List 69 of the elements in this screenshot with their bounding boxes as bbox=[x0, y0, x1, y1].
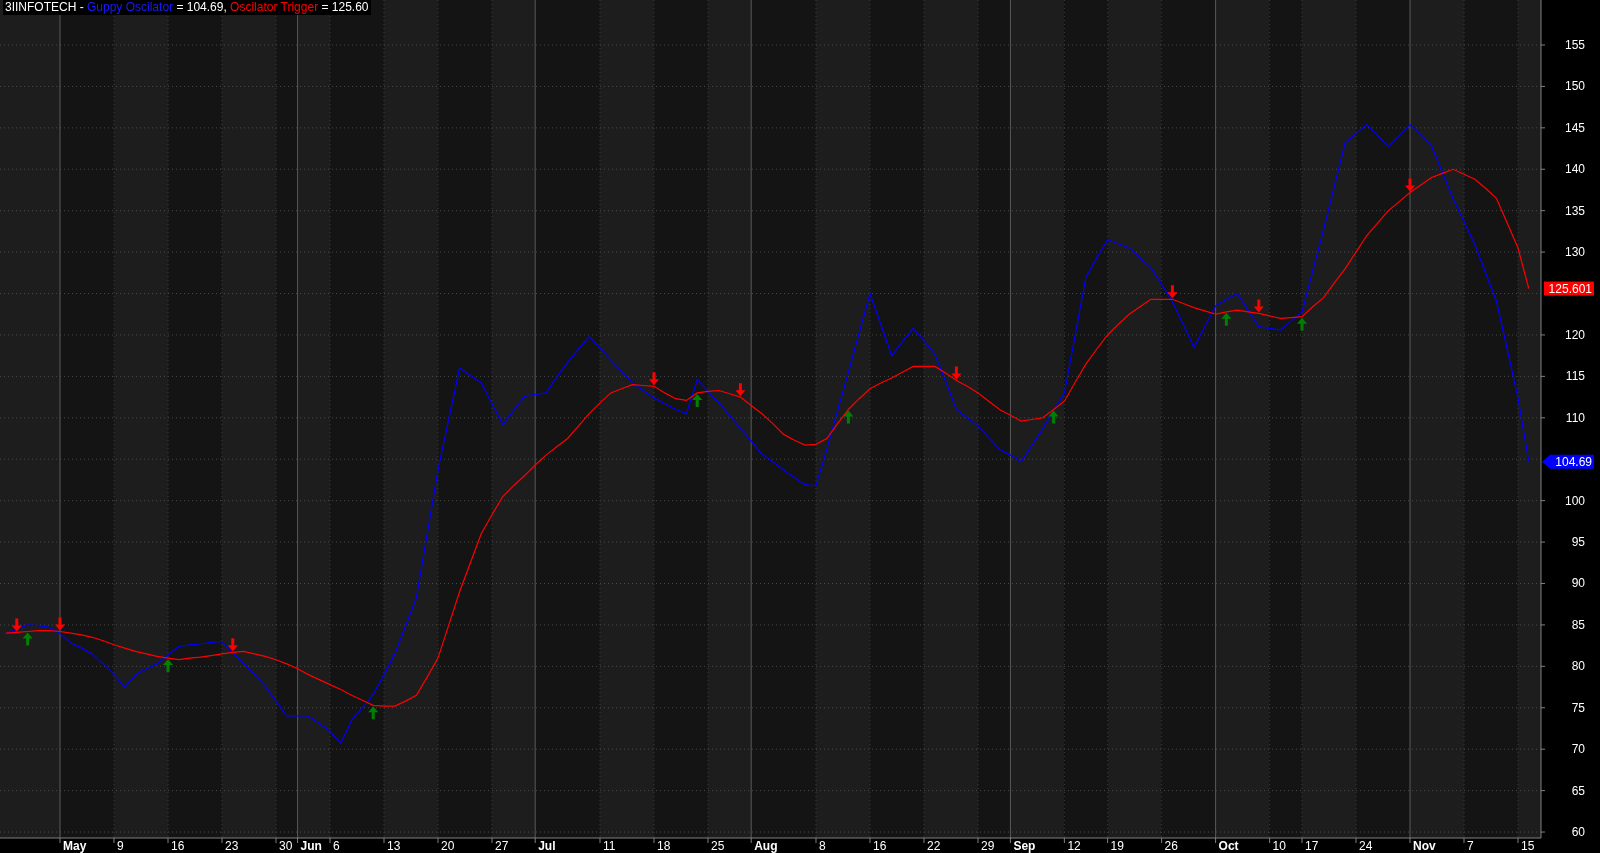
up-arrow-icon bbox=[368, 706, 379, 720]
up-arrow-icon bbox=[163, 659, 173, 672]
axis-label: 155 bbox=[1564, 38, 1585, 52]
value-badge: 104.69 bbox=[1542, 454, 1594, 470]
axis-label: 140 bbox=[1564, 162, 1585, 177]
axis-label: 15 bbox=[1521, 839, 1535, 853]
up-arrow-icon bbox=[1048, 410, 1059, 424]
axis-label: 22 bbox=[927, 839, 941, 853]
down-arrow-icon bbox=[1253, 299, 1264, 313]
up-arrow-icon bbox=[22, 632, 33, 646]
axis-label: 13 bbox=[387, 839, 401, 853]
axis-label: 29 bbox=[981, 839, 995, 853]
axis-label: Jun bbox=[300, 839, 322, 853]
down-arrow-icon bbox=[11, 618, 22, 632]
axis-label: Oct bbox=[1218, 839, 1239, 853]
down-arrow-icon bbox=[1167, 285, 1178, 299]
down-arrow-icon bbox=[1405, 178, 1415, 192]
axis-label: 11 bbox=[603, 839, 616, 853]
axis-label: 6 bbox=[333, 839, 340, 853]
axis-label: 110 bbox=[1565, 410, 1585, 425]
down-arrow-icon bbox=[227, 638, 238, 652]
up-arrow-icon bbox=[1297, 317, 1307, 331]
axis-label: Aug bbox=[754, 839, 778, 853]
axis-label: 16 bbox=[171, 839, 185, 853]
axis-label: 100 bbox=[1564, 493, 1585, 508]
axis-label: 9 bbox=[117, 839, 124, 853]
axis-label: 10 bbox=[1272, 839, 1286, 853]
axis-label: 145 bbox=[1564, 120, 1585, 135]
axis-label: 130 bbox=[1564, 245, 1585, 260]
axis-label: Jul bbox=[538, 839, 556, 853]
axis-label: 7 bbox=[1467, 839, 1474, 853]
up-arrow-icon bbox=[1221, 312, 1232, 326]
axis-label: 19 bbox=[1110, 839, 1124, 853]
up-arrow-icon bbox=[692, 393, 703, 407]
axis-label: 18 bbox=[657, 839, 671, 853]
chart-legend: 3IINFOTECH - Guppy Oscilator = 104.69, Oscilator Trigger = 125.60 bbox=[3, 0, 371, 15]
axis-label: 60 bbox=[1571, 825, 1585, 840]
down-arrow-icon bbox=[951, 366, 962, 380]
axis-label: 75 bbox=[1571, 700, 1585, 715]
axis-label: 26 bbox=[1164, 839, 1178, 853]
axis-label: 115 bbox=[1565, 369, 1585, 384]
axis-label: 24 bbox=[1359, 839, 1373, 853]
chart-title: 3IINFOTECH - bbox=[5, 0, 85, 14]
axis-label: Nov bbox=[1413, 839, 1436, 853]
down-arrow-icon bbox=[55, 617, 65, 631]
axis-label: 16 bbox=[873, 839, 887, 853]
axis-label: 27 bbox=[495, 839, 509, 853]
axis-label: 95 bbox=[1571, 535, 1585, 550]
axis-label: 23 bbox=[225, 839, 239, 853]
axis-label: 8 bbox=[819, 839, 826, 853]
axis-label: 65 bbox=[1571, 783, 1585, 798]
down-arrow-icon bbox=[735, 383, 746, 397]
axis-label: 90 bbox=[1571, 576, 1585, 591]
axis-label: 80 bbox=[1571, 659, 1585, 674]
value-badge: 125.601 bbox=[1544, 281, 1594, 297]
axis-label: Sep bbox=[1013, 839, 1036, 853]
axis-label: 135 bbox=[1564, 203, 1585, 218]
down-arrow-icon bbox=[649, 372, 659, 386]
axis-label: 30 bbox=[279, 839, 293, 853]
axis-label: 70 bbox=[1571, 742, 1585, 757]
axis-label: 25 bbox=[711, 839, 725, 853]
axis-label: 17 bbox=[1305, 839, 1319, 853]
axis-label: 120 bbox=[1564, 327, 1585, 342]
axis-label: 150 bbox=[1564, 79, 1585, 94]
axis-label: 85 bbox=[1571, 617, 1585, 632]
axis-label: 12 bbox=[1067, 839, 1081, 853]
axis-label: 20 bbox=[441, 839, 455, 853]
axis-label: May bbox=[63, 839, 87, 853]
up-arrow-icon bbox=[843, 410, 854, 424]
